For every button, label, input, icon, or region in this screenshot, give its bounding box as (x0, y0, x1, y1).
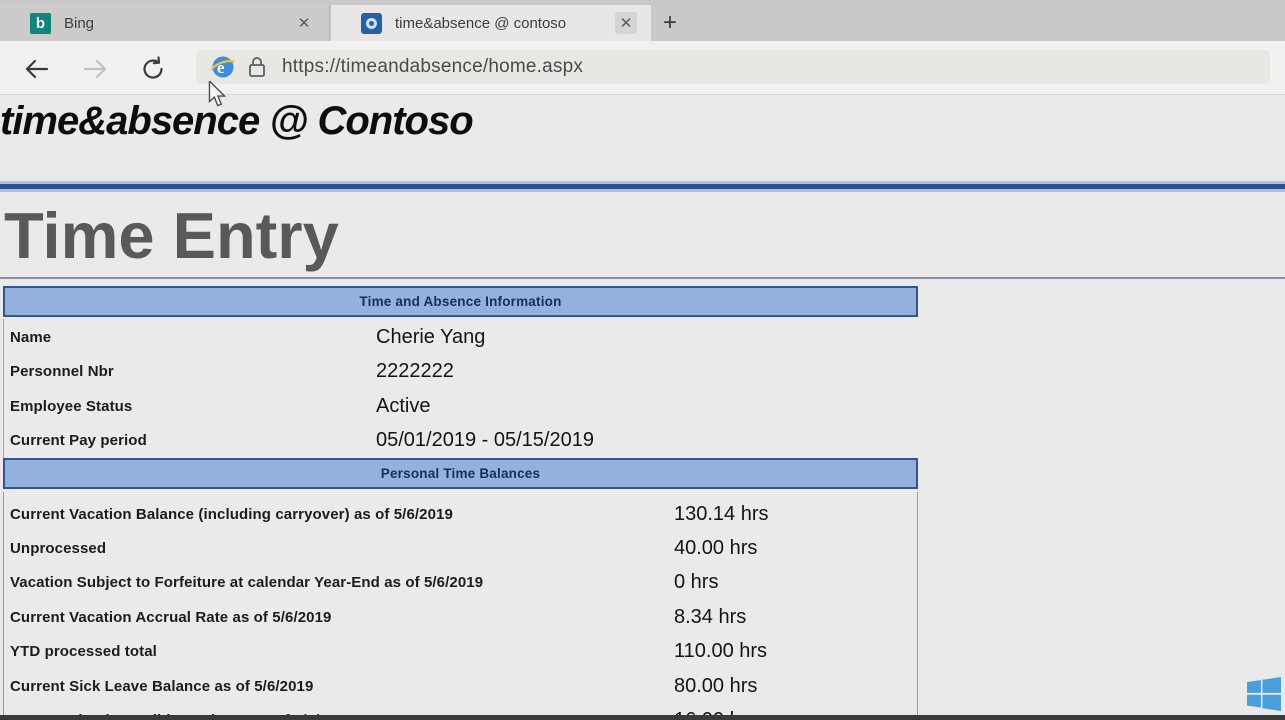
table-row: Employee Status Active (4, 389, 918, 424)
table-row: Unprocessed 40.00 hrs (4, 531, 917, 565)
browser-window: b Bing ✕ time&absence @ contoso ✕ + e ht (0, 0, 1285, 720)
close-icon[interactable]: ✕ (293, 12, 315, 34)
svg-text:e: e (217, 58, 225, 77)
tab-timeabsence[interactable]: time&absence @ contoso ✕ (331, 5, 651, 41)
ie-icon: e (210, 54, 236, 80)
refresh-icon[interactable] (140, 56, 166, 82)
mouse-cursor (206, 81, 228, 107)
table-row: YTD processed total 110.00 hrs (4, 635, 917, 669)
address-bar[interactable]: e https://timeandabsence/home.aspx (196, 50, 1270, 84)
close-icon[interactable]: ✕ (615, 12, 637, 34)
table-row: Current Vacation Accrual Rate as of 5/6/… (4, 600, 917, 634)
windows-logo-icon[interactable] (1247, 677, 1281, 711)
page-title: Time Entry (4, 198, 339, 273)
bing-icon: b (30, 13, 51, 34)
new-tab-button[interactable]: + (655, 8, 685, 38)
tab-bar: b Bing ✕ time&absence @ contoso ✕ + (0, 0, 1285, 41)
balances-table: Current Vacation Balance (including carr… (3, 492, 918, 720)
table-row: Current Pay period 05/01/2019 - 05/15/20… (4, 424, 918, 459)
table-row: Current Vacation Balance (including carr… (4, 497, 917, 531)
site-title: time&absence @ Contoso (0, 99, 473, 144)
tab-title: time&absence @ contoso (395, 15, 566, 32)
info-section-header: Time and Absence Information (3, 286, 918, 317)
url-text[interactable]: https://timeandabsence/home.aspx (282, 56, 583, 78)
table-row: Personnel Nbr 2222222 (4, 355, 918, 390)
balances-section-header: Personal Time Balances (3, 458, 918, 489)
web-app-icon (361, 13, 382, 34)
forward-arrow-icon[interactable] (82, 56, 108, 82)
lock-icon (247, 55, 267, 79)
back-arrow-icon[interactable] (24, 56, 50, 82)
table-row: Current Sick Leave Balance as of 5/6/201… (4, 669, 917, 703)
tab-bing[interactable]: b Bing ✕ (0, 5, 330, 41)
info-table: Name Cherie Yang Personnel Nbr 2222222 E… (3, 319, 918, 458)
tab-title: Bing (64, 15, 94, 32)
table-row: Vacation Subject to Forfeiture at calend… (4, 566, 917, 600)
header-divider (0, 181, 1285, 192)
screen-edge-strip (0, 715, 1285, 720)
table-row: Name Cherie Yang (4, 320, 918, 355)
heading-rule (0, 277, 1285, 279)
